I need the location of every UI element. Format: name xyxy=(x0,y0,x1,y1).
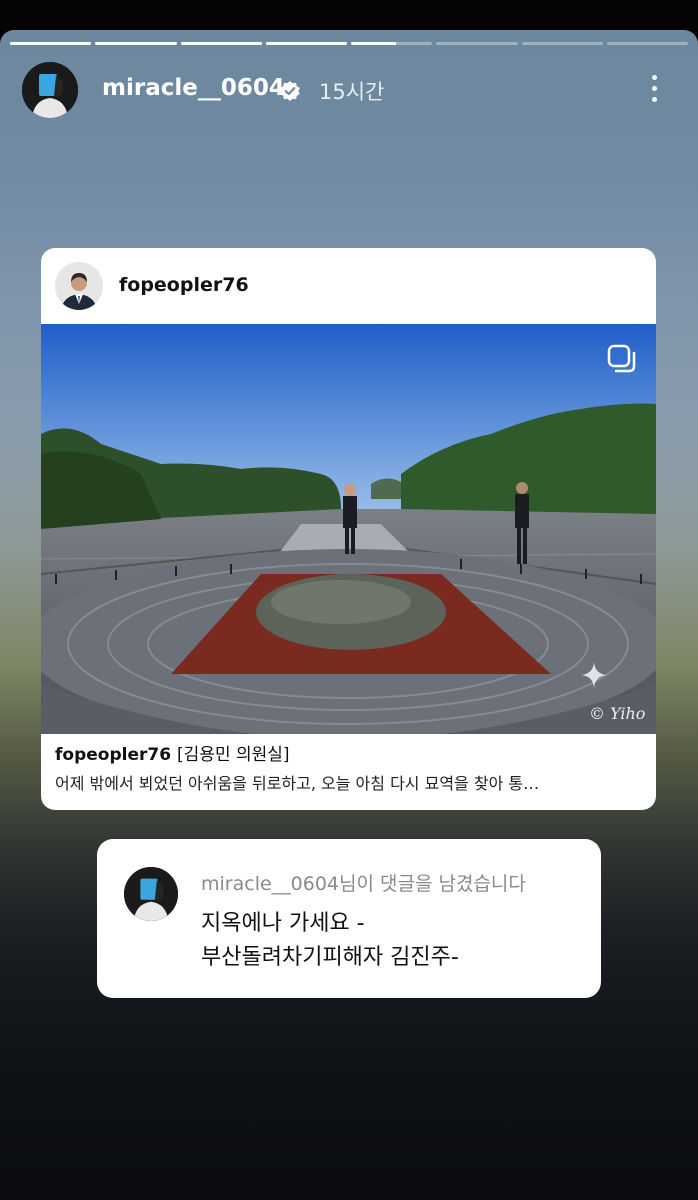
progress-segment xyxy=(521,42,603,45)
post-author-username[interactable]: fopeopler76 xyxy=(119,274,249,296)
progress-segment xyxy=(606,42,688,45)
story-progress-bar xyxy=(10,42,688,45)
shared-post-card[interactable]: fopeopler76 © Yiho fopeopler76 [김용민 의원실]… xyxy=(41,248,656,810)
story-header: miracle__0604 15시간 xyxy=(22,62,682,118)
post-caption: fopeopler76 [김용민 의원실] 어제 밖에서 뵈었던 아쉬움을 뒤로하… xyxy=(55,740,645,794)
caption-text: 어제 밖에서 뵈었던 아쉬움을 뒤로하고, 오늘 아침 다시 묘역을 찾아 통… xyxy=(55,774,540,793)
system-top-bar xyxy=(0,0,698,30)
story-timestamp: 15시간 xyxy=(319,80,385,104)
photo-watermark: © Yiho xyxy=(589,704,646,723)
progress-segment xyxy=(265,42,347,45)
progress-segment xyxy=(95,42,177,45)
progress-segment-fill xyxy=(265,42,347,45)
post-author-avatar[interactable] xyxy=(55,262,103,310)
post-photo[interactable]: © Yiho xyxy=(41,324,656,734)
progress-segment-fill xyxy=(180,42,262,45)
sparkle-icon xyxy=(581,662,607,688)
progress-segment-fill xyxy=(351,42,396,45)
verified-badge-icon xyxy=(280,81,300,101)
story-viewer[interactable]: miracle__0604 15시간 fopeopler76 © Yiho fo… xyxy=(0,30,698,1200)
comment-author[interactable]: miracle__0604 xyxy=(201,873,339,895)
comment-text: 지옥에나 가세요 - 부산돌려차기피해자 김진주- xyxy=(201,911,459,970)
progress-segment-fill xyxy=(10,42,92,45)
story-username[interactable]: miracle__0604 xyxy=(102,75,285,101)
caption-username[interactable]: fopeopler76 xyxy=(55,745,171,765)
caption-tag: [김용민 의원실] xyxy=(177,745,290,765)
shared-post-header: fopeopler76 xyxy=(41,248,656,324)
comment-sticker[interactable]: miracle__0604님이 댓글을 남겼습니다 지옥에나 가세요 - 부산돌… xyxy=(97,839,601,998)
more-options-icon[interactable] xyxy=(642,72,666,108)
progress-segment-fill xyxy=(95,42,177,45)
progress-segment xyxy=(436,42,518,45)
progress-segment xyxy=(351,42,433,45)
user-avatar[interactable] xyxy=(22,62,78,118)
progress-segment xyxy=(180,42,262,45)
carousel-icon xyxy=(607,344,636,373)
commenter-avatar[interactable] xyxy=(124,867,178,921)
comment-meta-suffix: 님이 댓글을 남겼습니다 xyxy=(339,873,526,895)
progress-segment xyxy=(10,42,92,45)
comment-meta: miracle__0604님이 댓글을 남겼습니다 xyxy=(201,869,526,896)
